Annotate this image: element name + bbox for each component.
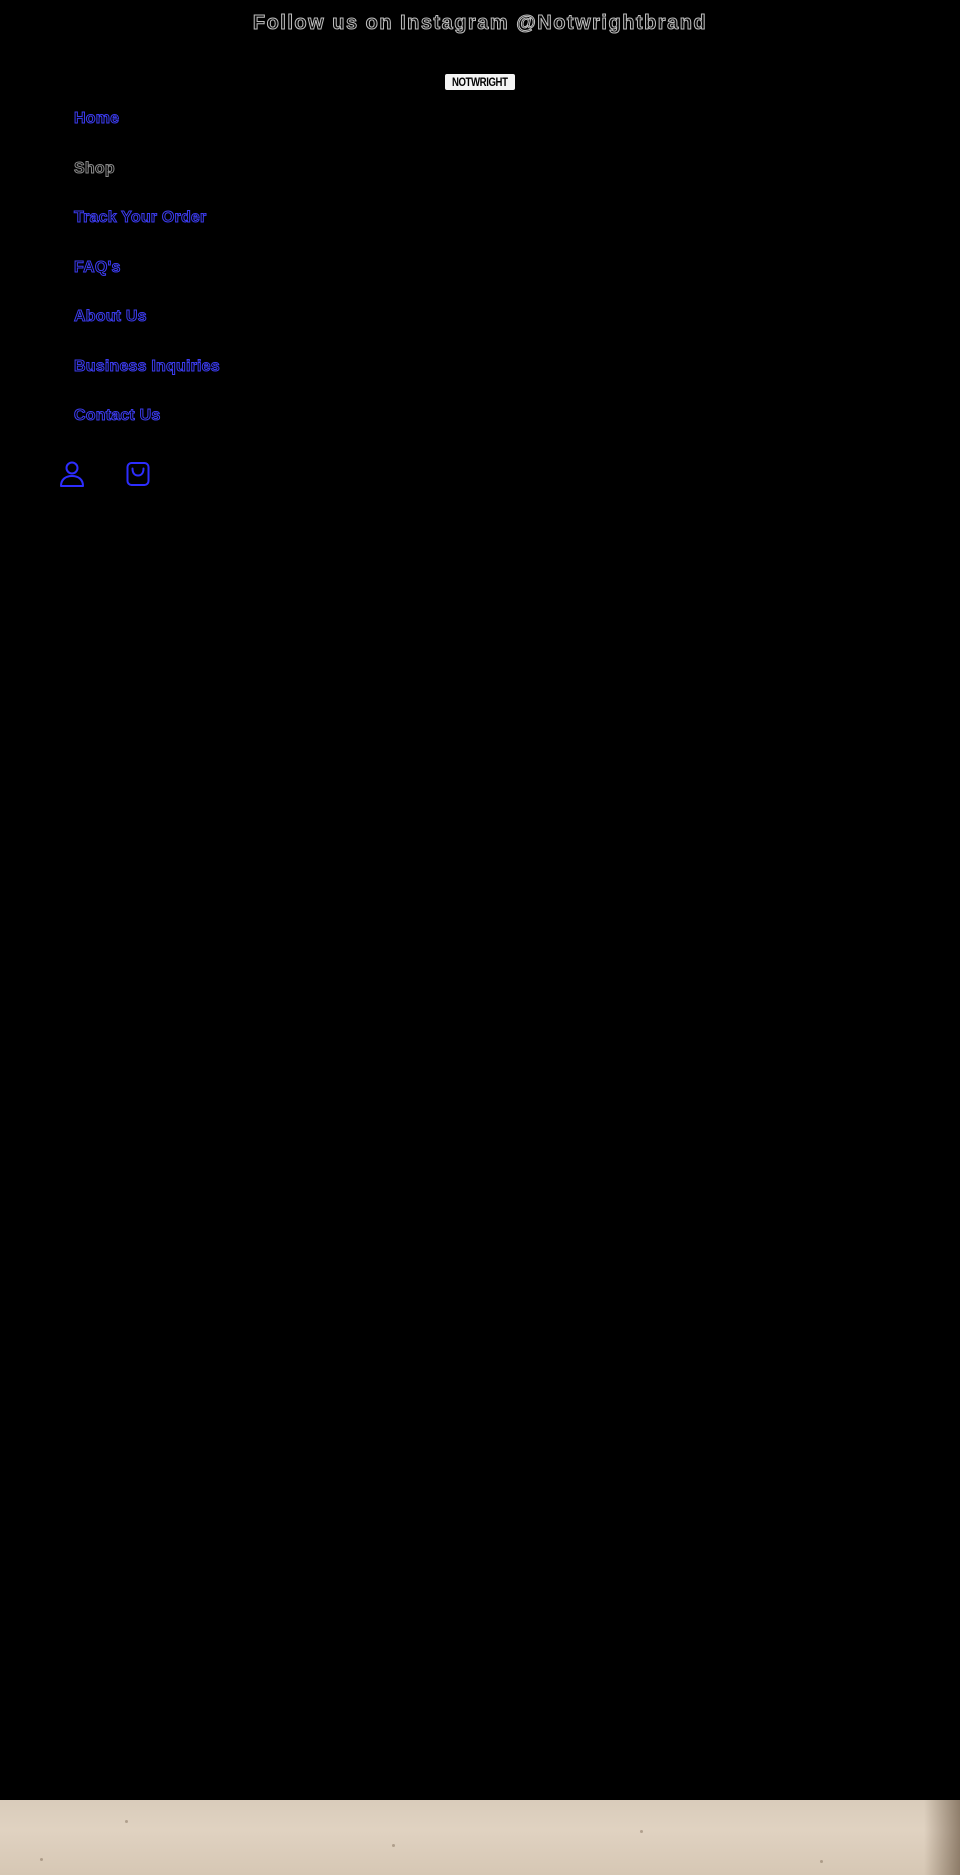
wall-speck (640, 1830, 643, 1833)
announcement-text: Follow us on Instagram @Notwrightbrand (252, 12, 708, 35)
header-icons (56, 458, 154, 490)
announcement-bar: Follow us on Instagram @Notwrightbrand (0, 0, 960, 48)
logo-text: NOTWRIGHT (452, 75, 508, 89)
hero-image-strip (0, 1800, 960, 1875)
account-icon (60, 461, 84, 487)
wall-shadow (924, 1800, 960, 1875)
logo-link[interactable]: NOTWRIGHT (428, 68, 532, 96)
page: Follow us on Instagram @Notwrightbrand N… (0, 0, 960, 1875)
nav-item-business-inquiries[interactable]: Business Inquiries (74, 357, 221, 408)
nav-item-contact-us[interactable]: Contact Us (74, 407, 220, 457)
nav-item-track-your-order[interactable]: Track Your Order (74, 209, 220, 259)
cart-icon (126, 462, 150, 486)
nav-item-shop[interactable]: Shop (74, 159, 220, 210)
main-navigation: Home Shop Track Your Order FAQ's About U… (74, 110, 221, 457)
wall-speck (392, 1844, 395, 1847)
account-button[interactable] (56, 458, 88, 490)
nav-item-home[interactable]: Home (74, 110, 220, 160)
wall-speck (125, 1820, 128, 1823)
brand-logo: NOTWRIGHT (445, 74, 515, 90)
wall-speck (40, 1858, 43, 1861)
wall-speck (820, 1860, 823, 1863)
cart-button[interactable] (122, 458, 154, 490)
nav-item-about-us[interactable]: About Us (74, 308, 220, 358)
nav-item-faqs[interactable]: FAQ's (74, 258, 220, 309)
